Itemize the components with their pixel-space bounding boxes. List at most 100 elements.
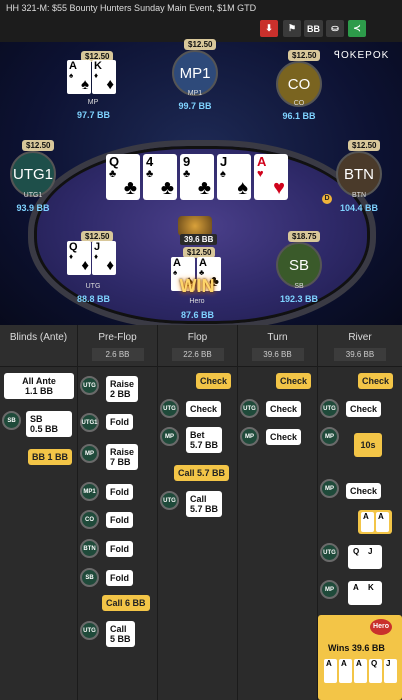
action: Fold: [106, 512, 133, 528]
stack-badge: $12.50: [348, 140, 381, 151]
street-river: River 39.6 BB: [318, 325, 402, 367]
river-column: Check UTG Check MP 10s MP Check A A UTG …: [318, 367, 402, 700]
position-chip: UTG: [320, 543, 339, 562]
player-position: BTN: [352, 192, 366, 199]
position-chip: CO: [80, 510, 99, 529]
flag-icon[interactable]: ⚑: [283, 20, 301, 37]
player-bb: 99.7 BB: [178, 101, 212, 111]
win-banner: WIN: [179, 276, 215, 296]
action: Fold: [106, 414, 133, 430]
position-chip: MP: [80, 444, 99, 463]
hero-chip: Hero: [370, 619, 392, 635]
position-chip: MP1: [80, 482, 99, 501]
board-card: 4 ♣ ♣: [143, 154, 177, 200]
action-summary: Check: [196, 373, 232, 389]
position-chip: MP: [320, 479, 339, 498]
action: Raise 7 BB: [106, 444, 139, 470]
timer-badge: 10s: [354, 433, 382, 457]
top-bar: HH 321-M: $55 Bounty Hunters Sunday Main…: [0, 0, 402, 42]
shown-cards: A A: [358, 510, 392, 534]
street-flop: Flop 22.6 BB: [158, 325, 238, 367]
position-chip: SB: [80, 568, 99, 587]
winning-hand: A A A Q J: [324, 659, 397, 685]
action-summary: Check: [358, 373, 394, 389]
shown-cards: A K: [348, 581, 382, 605]
streets-header: Blinds (Ante) Pre-Flop 2.6 BB Flop 22.6 BB…: [0, 325, 402, 367]
board-cards: Q ♣ ♣ 4 ♣ ♣ 9 ♣ ♣ J ♠ ♠ A ♥ ♥: [106, 154, 292, 202]
player-bb: 192.3 BB: [279, 294, 319, 304]
hand-title: HH 321-M: $55 Bounty Hunters Sunday Main…: [6, 3, 257, 13]
action: Check: [266, 401, 302, 417]
winner-panel: Hero Wins 39.6 BB A A A Q J: [318, 615, 402, 700]
turn-column: Check UTG Check MP Check: [238, 367, 318, 700]
board-card: A ♥ ♥: [254, 154, 288, 200]
player-position: MP1: [187, 90, 203, 97]
player-bb: 88.8 BB: [76, 294, 111, 304]
position-chip: MP: [160, 427, 179, 446]
player-position: CO: [293, 100, 305, 107]
action: Raise 2 BB: [106, 376, 139, 402]
blinds-column: All Ante 1.1 BB SB SB 0.5 BB BB 1 BB: [0, 367, 78, 700]
position-chip: UTG: [80, 621, 99, 640]
action: Check: [346, 483, 382, 499]
avatar: SB: [276, 242, 322, 288]
dealer-button: D: [322, 194, 332, 204]
player-bb: 97.7 BB: [76, 110, 111, 120]
player-bb: 93.9 BB: [16, 203, 50, 213]
player-bb: 87.6 BB: [180, 310, 215, 320]
street-blinds: Blinds (Ante): [0, 325, 78, 367]
player-bb: 96.1 BB: [282, 111, 316, 121]
stack-badge: $12.50: [184, 39, 217, 50]
action: Call 5.7 BB: [186, 491, 223, 517]
action: Fold: [106, 570, 133, 586]
position-chip: UTG: [160, 491, 179, 510]
action: Check: [266, 429, 302, 445]
player-position: MP: [87, 99, 99, 106]
street-turn: Turn 39.6 BB: [238, 325, 318, 367]
action: Check: [186, 401, 222, 417]
action-summary: Call 6 BB: [102, 595, 150, 611]
action: Fold: [106, 541, 133, 557]
player-position: UTG: [85, 283, 101, 290]
stack-badge: $12.50: [22, 140, 55, 151]
position-chip: MP: [320, 580, 339, 599]
pot-amount: 39.6 BB: [180, 234, 218, 245]
flop-column: Check UTG Check MP Bet 5.7 BB Call 5.7 B…: [158, 367, 238, 700]
bb-toggle-button[interactable]: BB: [304, 20, 323, 37]
action: Bet 5.7 BB: [186, 427, 223, 453]
stack-badge: $18.75: [288, 231, 321, 242]
table-icon[interactable]: ⛀: [326, 20, 344, 37]
avatar: UTG1: [10, 151, 56, 197]
poker-table-view: ꟼOKEPOK $12.50 A ♠ ♠ K ♦ ♦ MP 97.7 BB $12.50…: [0, 39, 402, 330]
download-icon[interactable]: ⬇: [260, 20, 278, 37]
board-card: J ♠ ♠: [217, 154, 251, 200]
board-card: 9 ♣ ♣: [180, 154, 214, 200]
action: Call 5 BB: [106, 621, 135, 647]
position-chip: SB: [2, 411, 21, 430]
bb-action: BB 1 BB: [28, 449, 73, 465]
position-chip: UTG: [240, 399, 259, 418]
avatar: BTN: [336, 151, 382, 197]
street-preflop: Pre-Flop 2.6 BB: [78, 325, 158, 367]
chip-stack-icon: [178, 216, 212, 236]
player-bb: 104.4 BB: [339, 203, 379, 213]
sb-action: SB 0.5 BB: [26, 411, 72, 437]
position-chip: MP: [320, 427, 339, 446]
position-chip: UTG: [320, 399, 339, 418]
share-icon[interactable]: ≺: [348, 20, 366, 37]
position-chip: UTG1: [80, 413, 99, 432]
player-position: UTG1: [23, 192, 43, 199]
preflop-column: UTG Raise 2 BB UTG1 Fold MP Raise 7 BB M…: [78, 367, 158, 700]
stack-badge: $12.50: [288, 50, 321, 61]
action-summary: Check: [276, 373, 312, 389]
position-chip: UTG: [80, 376, 99, 395]
ante-action: All Ante 1.1 BB: [4, 373, 74, 399]
action-summary: Call 5.7 BB: [174, 465, 230, 481]
action: Fold: [106, 484, 133, 500]
action: Check: [346, 401, 382, 417]
player-position: SB: [294, 283, 304, 290]
position-chip: BTN: [80, 539, 99, 558]
position-chip: UTG: [160, 399, 179, 418]
brand-logo: ꟼOKEPOK: [334, 50, 390, 61]
wins-amount: Wins 39.6 BB: [328, 643, 385, 653]
